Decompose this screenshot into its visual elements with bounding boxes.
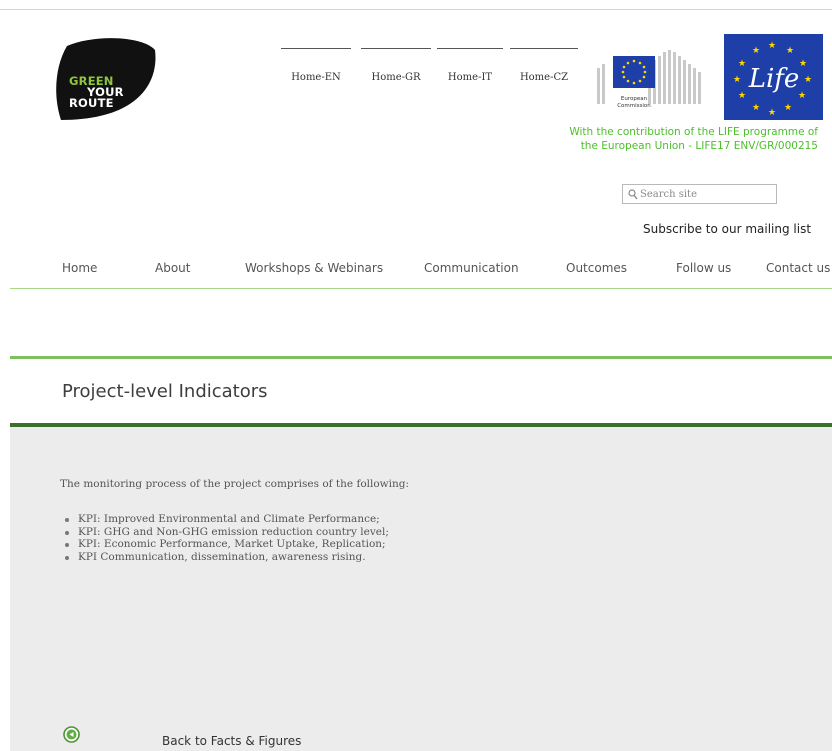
nav-item-home[interactable]: Home [62, 261, 97, 275]
life-contribution-text: With the contribution of the LIFE progra… [500, 125, 818, 153]
kpi-list: KPI: Improved Environmental and Climate … [60, 513, 389, 563]
nav-item-outcomes[interactable]: Outcomes [566, 261, 627, 275]
nav-item-contact-us[interactable]: Contact us [766, 261, 830, 275]
nav-item-communication[interactable]: Communication [424, 261, 519, 275]
svg-text:★: ★ [738, 91, 746, 101]
list-item: KPI Communication, dissemination, awaren… [60, 551, 389, 564]
logo-line-route: ROUTE [69, 96, 114, 110]
svg-text:★: ★ [786, 46, 794, 56]
top-divider [0, 9, 832, 10]
svg-text:★: ★ [768, 108, 776, 118]
ec-label-line2: Commission [617, 103, 651, 109]
search-input[interactable] [640, 186, 772, 202]
life-logo-text: Life [748, 64, 800, 94]
list-item: KPI: Improved Environmental and Climate … [60, 513, 389, 526]
nav-home-cz[interactable]: Home-CZ [510, 48, 578, 89]
back-to-facts-figures-link[interactable]: Back to Facts & Figures [162, 734, 301, 748]
content-area: The monitoring process of the project co… [10, 427, 832, 751]
svg-text:★: ★ [799, 59, 807, 69]
green-your-route-logo[interactable]: GREEN YOUR ROUTE [55, 36, 160, 120]
svg-text:★: ★ [784, 103, 792, 113]
arrow-left-circle-icon[interactable] [63, 726, 80, 743]
svg-text:★: ★ [733, 75, 741, 85]
list-item: KPI: GHG and Non-GHG emission reduction … [60, 526, 389, 539]
subscribe-mailing-list-link[interactable]: Subscribe to our mailing list [643, 222, 811, 236]
logo-text: GREEN YOUR ROUTE [69, 75, 124, 110]
search-icon [628, 189, 638, 200]
contribution-line2: the European Union - LIFE17 ENV/GR/00021… [580, 140, 818, 152]
svg-text:★: ★ [804, 75, 812, 85]
main-nav: Home About Workshops & Webinars Communic… [0, 255, 832, 289]
title-bar: Project-level Indicators [10, 359, 832, 423]
ec-label-line1: European [621, 96, 648, 102]
nav-divider [10, 288, 832, 289]
ec-building-icon: European Commission [597, 50, 701, 109]
nav-home-it[interactable]: Home-IT [437, 48, 503, 89]
svg-text:★: ★ [738, 59, 746, 69]
nav-item-follow-us[interactable]: Follow us [676, 261, 731, 275]
european-commission-logo[interactable]: European Commission [593, 34, 708, 120]
search-box[interactable] [622, 184, 777, 204]
contribution-line1: With the contribution of the LIFE progra… [569, 126, 818, 138]
svg-text:★: ★ [752, 103, 760, 113]
nav-home-gr[interactable]: Home-GR [361, 48, 431, 89]
nav-item-workshops-webinars[interactable]: Workshops & Webinars [245, 261, 383, 275]
nav-item-about[interactable]: About [155, 261, 190, 275]
life-programme-logo[interactable]: ★ ★ ★ ★ ★ ★ ★ ★ ★ ★ ★ ★ Life [724, 34, 823, 120]
svg-text:★: ★ [752, 46, 760, 56]
life-stars-icon: ★ ★ ★ ★ ★ ★ ★ ★ ★ ★ ★ ★ Life [724, 34, 823, 120]
svg-text:★: ★ [768, 41, 776, 51]
intro-text: The monitoring process of the project co… [60, 478, 410, 490]
list-item: KPI: Economic Performance, Market Uptake… [60, 538, 389, 551]
page-title: Project-level Indicators [62, 381, 268, 402]
nav-home-en[interactable]: Home-EN [281, 48, 351, 89]
